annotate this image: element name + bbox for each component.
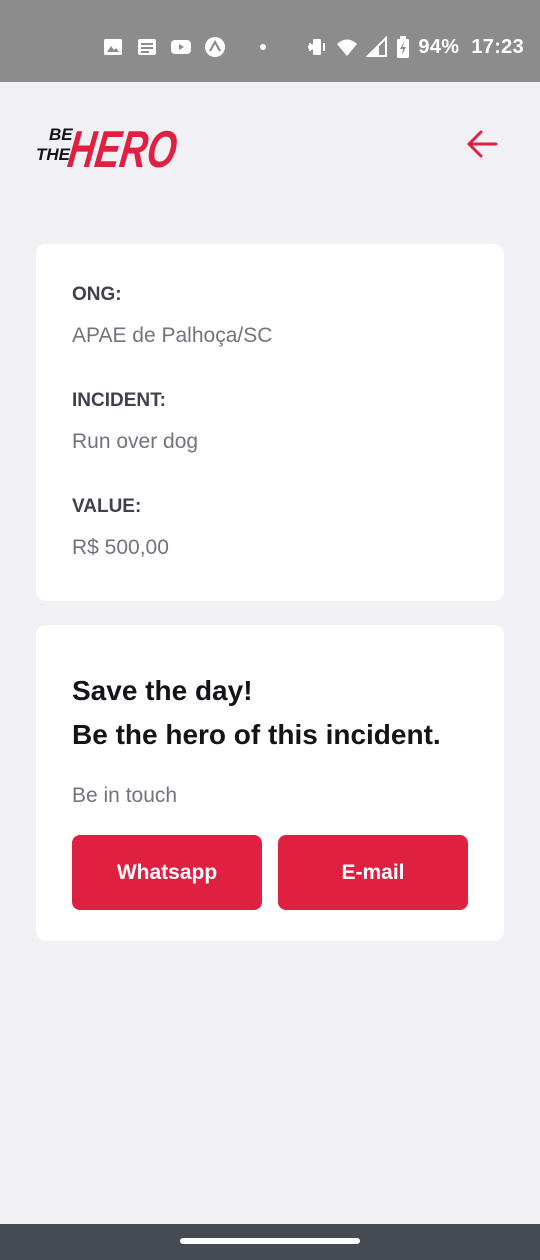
status-right: 94% 17:23 [306, 34, 524, 60]
back-button[interactable] [460, 122, 504, 166]
wifi-icon [337, 39, 358, 56]
ong-value: APAE de Palhoça/SC [72, 324, 273, 347]
navigation-bar [0, 1224, 540, 1260]
contact-card: Save the day! Be the hero of this incide… [36, 625, 504, 941]
incident-value: Run over dog [72, 430, 199, 453]
value-amount: R$ 500,00 [72, 536, 169, 559]
image-icon [104, 39, 122, 55]
svg-text:THE: THE [36, 145, 71, 164]
home-indicator[interactable] [180, 1238, 360, 1244]
header: BE THE HERO [36, 112, 504, 176]
status-bar: 94% 17:23 [0, 0, 540, 82]
contact-actions: Whatsapp E-mail [72, 835, 468, 910]
vibrate-icon [309, 39, 326, 55]
signal-icon [366, 36, 388, 57]
svg-text:HERO: HERO [65, 121, 181, 176]
notification-icons [102, 36, 322, 58]
hero-title-line1: Save the day! [72, 675, 253, 706]
value-label: VALUE: [72, 496, 142, 517]
whatsapp-button[interactable]: Whatsapp [72, 835, 262, 910]
ong-label: ONG: [72, 284, 122, 305]
news-icon [138, 39, 156, 55]
battery-icon [397, 36, 410, 58]
incident-label: INCIDENT: [72, 390, 166, 411]
dot-icon [260, 44, 266, 50]
be-the-hero-logo: BE THE HERO [36, 121, 181, 176]
arrow-left-icon [467, 130, 498, 158]
incident-detail-screen: BE THE HERO ONG: APAE de Palhoça/SC INCI… [0, 82, 540, 1224]
contact-description: Be in touch [72, 784, 178, 807]
clock: 17:23 [471, 35, 524, 58]
youtube-icon [171, 40, 191, 54]
incident-card: ONG: APAE de Palhoça/SC INCIDENT: Run ov… [36, 244, 504, 601]
battery-level: 94% [418, 35, 460, 58]
hero-title-line2: Be the hero of this incident. [72, 719, 441, 750]
email-button[interactable]: E-mail [278, 835, 468, 910]
expo-icon [205, 37, 225, 57]
